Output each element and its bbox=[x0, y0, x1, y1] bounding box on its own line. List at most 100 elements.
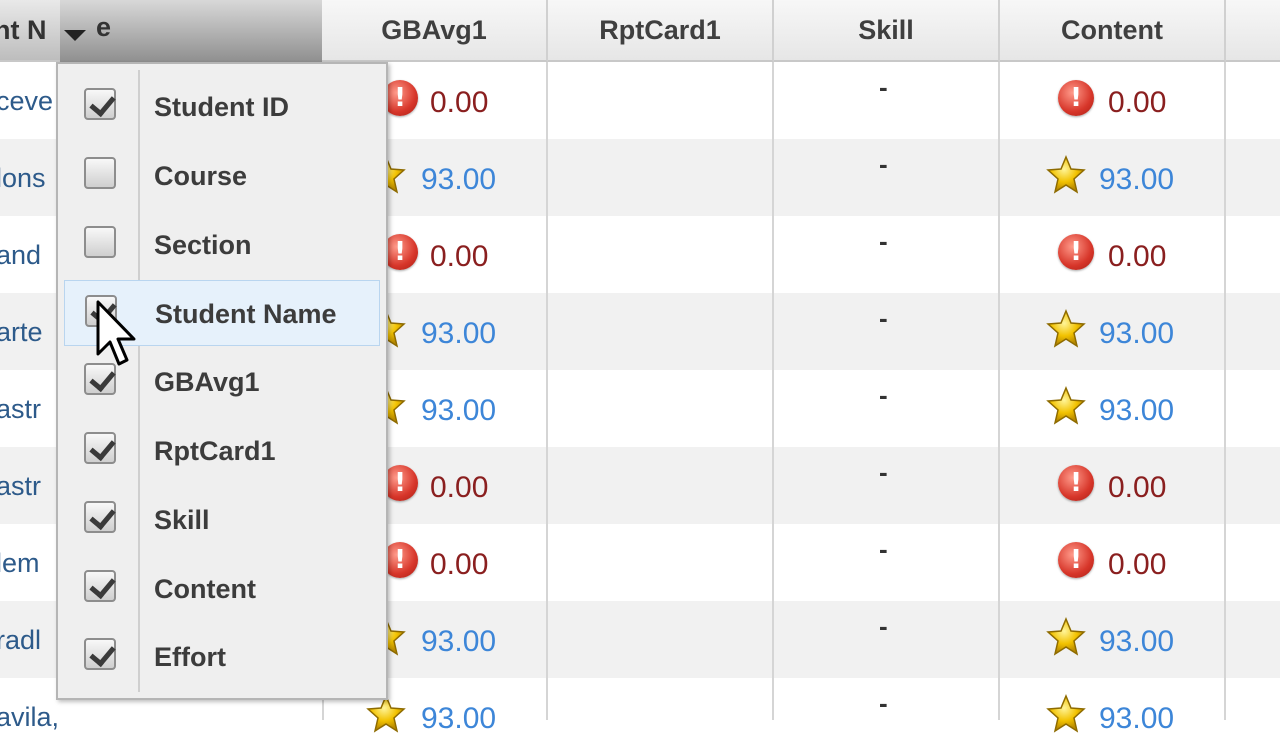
skill-value[interactable]: - bbox=[879, 72, 888, 103]
column-menu-item-label: GBAvg1 bbox=[154, 367, 260, 398]
column-menu-item-label: Student Name bbox=[155, 299, 337, 330]
column-menu-item-label: Section bbox=[154, 229, 252, 260]
gbavg1-value[interactable]: 93.00 bbox=[421, 702, 496, 736]
student-name-cell[interactable]: astr bbox=[0, 447, 60, 524]
column-visibility-checkbox[interactable] bbox=[84, 432, 116, 464]
student-name-cell[interactable]: astr bbox=[0, 370, 60, 447]
gbavg1-value[interactable]: 0.00 bbox=[430, 240, 488, 274]
column-chooser-menu: Student ID Course Section Student Name GBAvg… bbox=[56, 62, 388, 700]
skill-value[interactable]: - bbox=[879, 149, 888, 180]
content-value[interactable]: 0.00 bbox=[1108, 240, 1166, 274]
student-name-text[interactable]: astr bbox=[0, 394, 41, 425]
star-icon bbox=[366, 694, 406, 734]
student-name-text[interactable]: lons bbox=[0, 163, 46, 194]
student-name-text[interactable]: ceve bbox=[0, 86, 53, 117]
next-column-header[interactable] bbox=[1226, 0, 1280, 62]
skill-value[interactable]: - bbox=[879, 534, 888, 565]
star-icon bbox=[1046, 309, 1086, 349]
column-menu-item[interactable]: Section bbox=[64, 212, 380, 278]
star-icon bbox=[1046, 694, 1086, 734]
gbavg1-value[interactable]: 93.00 bbox=[421, 317, 496, 351]
gbavg1-value[interactable]: 0.00 bbox=[430, 86, 488, 120]
student-name-text[interactable]: lem bbox=[0, 548, 40, 579]
student-name-text[interactable]: astr bbox=[0, 471, 41, 502]
column-menu-item-label: Skill bbox=[154, 504, 210, 535]
column-divider bbox=[772, 62, 774, 720]
rptcard1-cell[interactable] bbox=[548, 62, 772, 139]
gbavg1-value[interactable]: 0.00 bbox=[430, 471, 488, 505]
error-icon bbox=[1058, 80, 1094, 116]
rptcard1-cell[interactable] bbox=[548, 216, 772, 293]
column-menu-item[interactable]: Student ID bbox=[64, 74, 380, 140]
content-value[interactable]: 93.00 bbox=[1099, 163, 1174, 197]
rptcard1-cell[interactable] bbox=[548, 293, 772, 370]
header-label-tail: e bbox=[96, 12, 112, 42]
column-divider bbox=[1224, 62, 1226, 720]
content-value[interactable]: 0.00 bbox=[1108, 548, 1166, 582]
grid-header: nt N e GBAvg1 RptCard1 Skill Content bbox=[0, 0, 1280, 62]
column-menu-item[interactable]: Content bbox=[64, 556, 380, 622]
rptcard1-cell[interactable] bbox=[548, 678, 772, 755]
student-name-column-header[interactable]: nt N e bbox=[0, 0, 322, 62]
column-visibility-checkbox[interactable] bbox=[84, 500, 116, 533]
student-name-text[interactable]: arte bbox=[0, 317, 43, 348]
error-icon bbox=[1058, 542, 1094, 578]
rptcard1-cell[interactable] bbox=[548, 139, 772, 216]
gbavg1-value[interactable]: 93.00 bbox=[421, 625, 496, 659]
mouse-cursor-icon bbox=[96, 300, 136, 366]
error-icon bbox=[1058, 234, 1094, 270]
skill-value[interactable]: - bbox=[879, 688, 888, 719]
error-icon bbox=[1058, 465, 1094, 501]
column-visibility-checkbox[interactable] bbox=[84, 569, 116, 602]
skill-value[interactable]: - bbox=[879, 303, 888, 334]
content-value[interactable]: 0.00 bbox=[1108, 86, 1166, 120]
column-divider bbox=[546, 62, 548, 720]
column-menu-item[interactable]: Course bbox=[64, 143, 380, 209]
rptcard1-column-header[interactable]: RptCard1 bbox=[548, 0, 774, 62]
gbavg1-column-header[interactable]: GBAvg1 bbox=[322, 0, 548, 62]
student-name-cell[interactable]: and bbox=[0, 216, 60, 293]
skill-value[interactable]: - bbox=[879, 457, 888, 488]
star-icon bbox=[1046, 155, 1086, 195]
skill-value[interactable]: - bbox=[879, 380, 888, 411]
rptcard1-cell[interactable] bbox=[548, 524, 772, 601]
column-visibility-checkbox[interactable] bbox=[84, 88, 116, 120]
student-name-cell[interactable]: radl bbox=[0, 601, 60, 678]
student-name-text[interactable]: radl bbox=[0, 625, 41, 656]
student-name-text[interactable]: and bbox=[0, 240, 41, 271]
student-name-cell[interactable]: ceve bbox=[0, 62, 60, 139]
gbavg1-value[interactable]: 0.00 bbox=[430, 548, 488, 582]
column-menu-item[interactable]: Effort bbox=[64, 624, 380, 690]
skill-value[interactable]: - bbox=[879, 611, 888, 642]
gbavg1-value[interactable]: 93.00 bbox=[421, 394, 496, 428]
student-name-cell[interactable]: avila, Pedro bbox=[0, 678, 60, 755]
student-name-cell[interactable]: lons bbox=[0, 139, 60, 216]
column-menu-item-label: Effort bbox=[154, 642, 226, 673]
column-menu-item-label: Content bbox=[154, 573, 256, 604]
content-column-header[interactable]: Content bbox=[1000, 0, 1226, 62]
star-icon bbox=[1046, 617, 1086, 657]
column-menu-item[interactable]: Skill bbox=[64, 487, 380, 553]
student-name-cell[interactable]: arte bbox=[0, 293, 60, 370]
content-value[interactable]: 93.00 bbox=[1099, 702, 1174, 736]
skill-value[interactable]: - bbox=[879, 226, 888, 257]
column-menu-item-label: Course bbox=[154, 160, 248, 191]
content-value[interactable]: 93.00 bbox=[1099, 394, 1174, 428]
column-visibility-checkbox[interactable] bbox=[84, 638, 116, 671]
rptcard1-cell[interactable] bbox=[548, 601, 772, 678]
content-value[interactable]: 93.00 bbox=[1099, 317, 1174, 351]
student-name-cell[interactable]: lem bbox=[0, 524, 60, 601]
rptcard1-cell[interactable] bbox=[548, 370, 772, 447]
column-menu-item[interactable]: RptCard1 bbox=[64, 418, 380, 484]
column-visibility-checkbox[interactable] bbox=[84, 156, 116, 189]
content-value[interactable]: 93.00 bbox=[1099, 625, 1174, 659]
column-visibility-checkbox[interactable] bbox=[84, 225, 116, 258]
rptcard1-cell[interactable] bbox=[548, 447, 772, 524]
skill-column-header[interactable]: Skill bbox=[774, 0, 1000, 62]
student-name-text[interactable]: avila, Pedro bbox=[0, 702, 60, 733]
gbavg1-value[interactable]: 93.00 bbox=[421, 163, 496, 197]
content-value[interactable]: 0.00 bbox=[1108, 471, 1166, 505]
column-divider bbox=[998, 62, 1000, 720]
star-icon bbox=[1046, 386, 1086, 426]
dropdown-arrow-icon[interactable] bbox=[64, 30, 86, 41]
